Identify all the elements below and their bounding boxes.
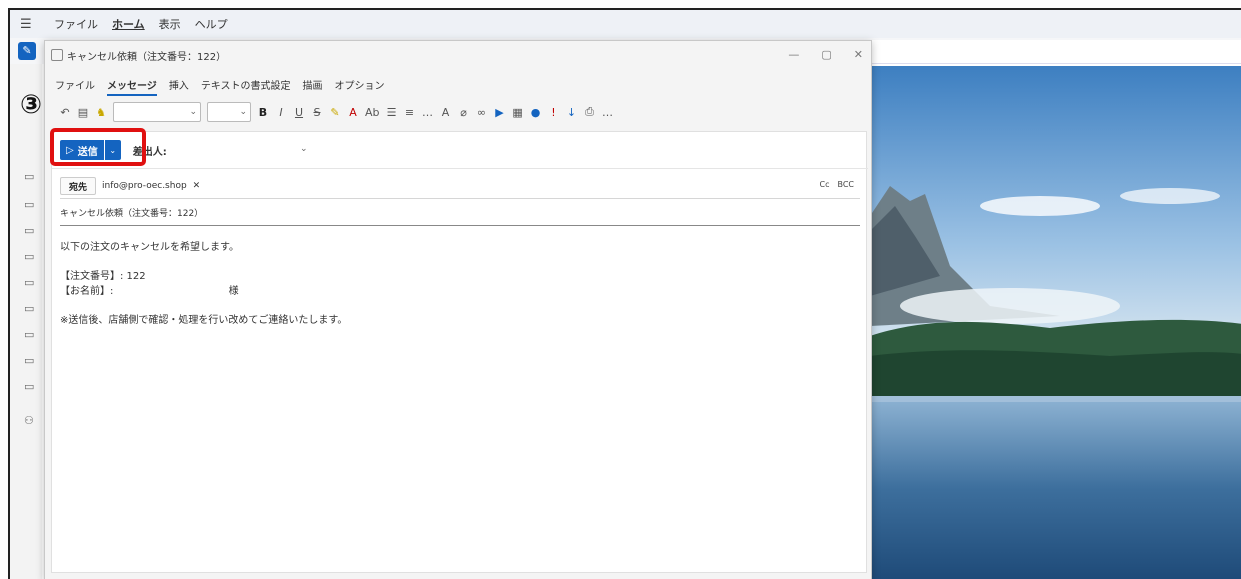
outer-menu-file[interactable]: ファイル — [54, 16, 98, 32]
nav-icon[interactable]: ▭ — [24, 276, 34, 289]
italic-icon[interactable]: I — [275, 106, 287, 119]
body-name-label: 【お名前】: — [60, 286, 114, 297]
tab-file[interactable]: ファイル — [55, 77, 95, 96]
new-mail-icon[interactable]: ✎ — [18, 42, 36, 60]
nav-icon[interactable]: ▭ — [24, 302, 34, 315]
step-number-annotation: ③ — [20, 90, 43, 120]
message-body[interactable]: 以下の注文のキャンセルを希望します。 【注文番号】: 122 【お名前】: 様 … — [60, 240, 860, 328]
tab-message[interactable]: メッセージ — [107, 77, 157, 96]
from-dropdown-chevron-icon[interactable]: ⌄ — [300, 144, 308, 154]
ribbon-toolbar: ↶ ▤ ♞ ⌄ ⌄ B I U S ✎ A Ab ☰ ≡ … A ⌀ ∞ ▶ ▦… — [59, 99, 867, 125]
outer-search-area — [870, 40, 1241, 64]
tab-options[interactable]: オプション — [335, 77, 385, 96]
importance-high-icon[interactable]: ! — [548, 106, 560, 119]
left-nav-rail: ▭ ▭ ▭ ▭ ▭ ▭ ▭ ▭ ▭ ⚇ — [10, 64, 42, 579]
attach-icon[interactable]: ⌀ — [458, 106, 470, 119]
strikethrough-icon[interactable]: S — [311, 106, 323, 119]
nav-icon[interactable]: ▭ — [24, 224, 34, 237]
nav-icon[interactable]: ▭ — [24, 354, 34, 367]
outer-menu-view[interactable]: 表示 — [159, 16, 181, 32]
body-order-line: 【注文番号】: 122 — [60, 271, 146, 282]
bold-icon[interactable]: B — [257, 106, 269, 119]
outer-menu-help[interactable]: ヘルプ — [195, 16, 228, 32]
importance-low-icon[interactable]: ↓ — [566, 106, 578, 119]
maximize-icon[interactable]: ▢ — [821, 48, 831, 61]
numbering-icon[interactable]: ≡ — [404, 106, 416, 119]
font-family-select[interactable]: ⌄ — [113, 102, 201, 122]
tab-format-text[interactable]: テキストの書式設定 — [201, 77, 291, 96]
subject-field[interactable]: キャンセル依頼（注文番号：122） — [60, 206, 860, 224]
people-icon[interactable]: ⚇ — [24, 414, 34, 427]
minimize-icon[interactable]: — — [788, 48, 799, 61]
underline-icon[interactable]: U — [293, 106, 305, 119]
link-icon[interactable]: ∞ — [476, 106, 488, 119]
window-controls: — ▢ ✕ — [788, 48, 863, 61]
hamburger-icon[interactable]: ☰ — [20, 17, 40, 32]
compose-window-title: キャンセル依頼（注文番号：122） — [67, 51, 227, 63]
compose-body: ▷ 送信 ⌄ 差出人: ⌄ 宛先 info@pro-oec.shop ✕ Cc … — [51, 131, 868, 573]
font-color-icon[interactable]: A — [347, 106, 359, 119]
to-button[interactable]: 宛先 — [60, 177, 97, 195]
more-options-icon[interactable]: … — [602, 106, 614, 119]
compose-titlebar: キャンセル依頼（注文番号：122） — [45, 41, 871, 69]
tab-insert[interactable]: 挿入 — [169, 77, 189, 96]
bcc-link[interactable]: BCC — [837, 180, 854, 189]
compose-app-icon — [51, 49, 63, 61]
to-underline — [60, 198, 860, 199]
text-style-icon[interactable]: A — [440, 106, 452, 119]
screenshot-frame: ☰ ファイル ホーム 表示 ヘルプ ✎ ▭ ▭ ▭ ▭ ▭ ▭ ▭ ▭ ▭ ⚇ — [8, 8, 1241, 579]
cc-link[interactable]: Cc — [819, 180, 829, 189]
bullets-icon[interactable]: ☰ — [386, 106, 398, 119]
recipient-chip[interactable]: info@pro-oec.shop ✕ — [102, 181, 200, 191]
nav-icon[interactable]: ▭ — [24, 250, 34, 263]
styles-icon[interactable]: Ab — [365, 106, 380, 119]
close-icon[interactable]: ✕ — [854, 48, 863, 61]
highlight-icon[interactable]: ✎ — [329, 106, 341, 119]
tab-draw[interactable]: 描画 — [303, 77, 323, 96]
send-highlight-box — [50, 128, 146, 166]
landscape-wallpaper — [870, 66, 1241, 579]
divider — [52, 168, 868, 169]
clipboard-icon[interactable]: ▤ — [77, 106, 89, 119]
nav-icon[interactable]: ▭ — [24, 198, 34, 211]
nav-icon[interactable]: ▭ — [24, 380, 34, 393]
body-note: ※送信後、店舗側で確認・処理を行い改めてご連絡いたします。 — [60, 315, 348, 326]
body-name-line: 【お名前】: 様 — [60, 284, 860, 299]
nav-icon[interactable]: ▭ — [24, 170, 34, 183]
editor-icon[interactable]: ▶ — [494, 106, 506, 119]
subject-underline — [60, 225, 860, 226]
font-size-select[interactable]: ⌄ — [207, 102, 251, 122]
to-row: 宛先 info@pro-oec.shop ✕ Cc BCC — [60, 176, 860, 196]
recipient-address: info@pro-oec.shop — [102, 181, 187, 191]
nav-icon[interactable]: ▭ — [24, 328, 34, 341]
more-format-icon[interactable]: … — [422, 106, 434, 119]
print-icon[interactable]: ⎙ — [584, 105, 596, 119]
body-name-suffix: 様 — [228, 286, 239, 297]
format-painter-icon[interactable]: ♞ — [95, 106, 107, 119]
body-line: 以下の注文のキャンセルを希望します。 — [60, 242, 239, 253]
dictate-icon[interactable]: ● — [530, 106, 542, 119]
outer-menu-home[interactable]: ホーム — [112, 16, 145, 32]
outer-menubar: ☰ ファイル ホーム 表示 ヘルプ — [10, 10, 1241, 38]
remove-recipient-icon[interactable]: ✕ — [193, 181, 201, 191]
ribbon-tabs: ファイル メッセージ 挿入 テキストの書式設定 描画 オプション — [55, 77, 385, 96]
cc-bcc-links: Cc BCC — [819, 180, 854, 189]
apps-icon[interactable]: ▦ — [512, 106, 524, 119]
undo-icon[interactable]: ↶ — [59, 106, 71, 119]
compose-window: キャンセル依頼（注文番号：122） — ▢ ✕ ファイル メッセージ 挿入 テキ… — [44, 40, 872, 579]
